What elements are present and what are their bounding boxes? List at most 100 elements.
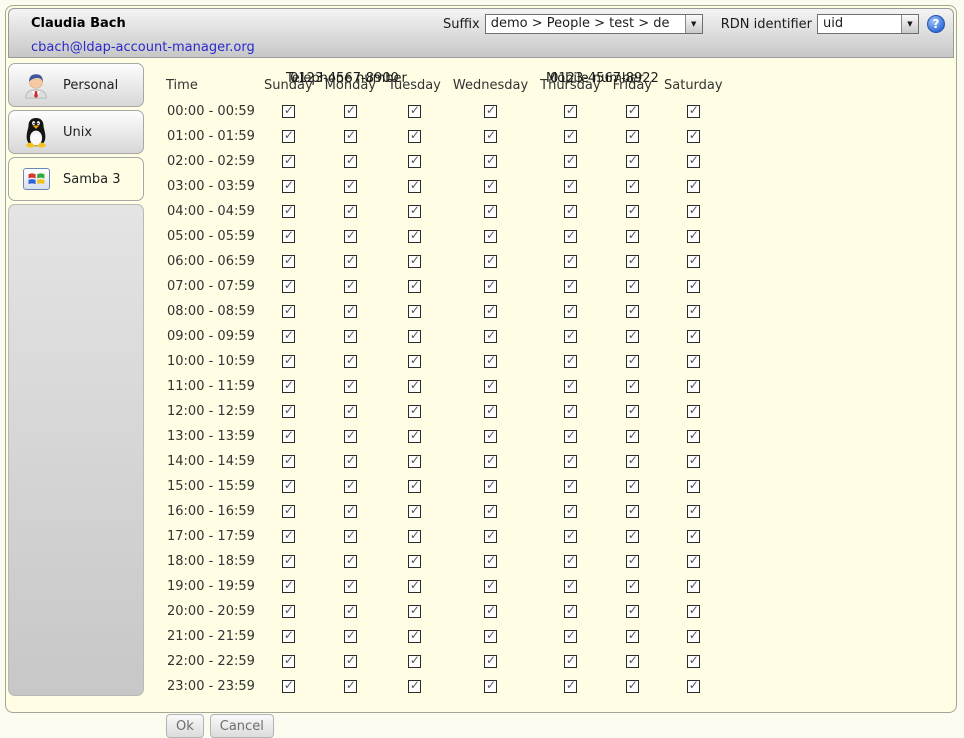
hour-checkbox[interactable] [408, 655, 421, 668]
hour-checkbox[interactable] [484, 430, 497, 443]
hour-checkbox[interactable] [564, 505, 577, 518]
hour-checkbox[interactable] [564, 680, 577, 693]
hour-checkbox[interactable] [282, 405, 295, 418]
hour-checkbox[interactable] [687, 630, 700, 643]
hour-checkbox[interactable] [282, 480, 295, 493]
hour-checkbox[interactable] [626, 180, 639, 193]
tab-samba3[interactable]: Samba 3 [8, 157, 144, 201]
hour-checkbox[interactable] [282, 505, 295, 518]
hour-checkbox[interactable] [626, 355, 639, 368]
hour-checkbox[interactable] [687, 480, 700, 493]
hour-checkbox[interactable] [687, 205, 700, 218]
hour-checkbox[interactable] [484, 630, 497, 643]
hour-checkbox[interactable] [687, 505, 700, 518]
hour-checkbox[interactable] [484, 505, 497, 518]
hour-checkbox[interactable] [484, 130, 497, 143]
hour-checkbox[interactable] [626, 680, 639, 693]
hour-checkbox[interactable] [282, 280, 295, 293]
hour-checkbox[interactable] [626, 255, 639, 268]
hour-checkbox[interactable] [626, 305, 639, 318]
hour-checkbox[interactable] [344, 555, 357, 568]
hour-checkbox[interactable] [484, 655, 497, 668]
hour-checkbox[interactable] [484, 330, 497, 343]
hour-checkbox[interactable] [564, 455, 577, 468]
hour-checkbox[interactable] [484, 205, 497, 218]
hour-checkbox[interactable] [564, 130, 577, 143]
hour-checkbox[interactable] [687, 430, 700, 443]
hour-checkbox[interactable] [282, 680, 295, 693]
suffix-select[interactable]: demo > People > test > de ▼ [485, 14, 703, 34]
cancel-button[interactable]: Cancel [210, 714, 274, 738]
hour-checkbox[interactable] [484, 155, 497, 168]
hour-checkbox[interactable] [484, 355, 497, 368]
ok-button[interactable]: Ok [166, 714, 204, 738]
hour-checkbox[interactable] [687, 130, 700, 143]
tab-unix[interactable]: Unix [8, 110, 144, 154]
hour-checkbox[interactable] [564, 205, 577, 218]
hour-checkbox[interactable] [408, 405, 421, 418]
hour-checkbox[interactable] [408, 430, 421, 443]
hour-checkbox[interactable] [282, 355, 295, 368]
hour-checkbox[interactable] [484, 455, 497, 468]
hour-checkbox[interactable] [408, 230, 421, 243]
help-icon[interactable]: ? [927, 15, 945, 33]
hour-checkbox[interactable] [344, 180, 357, 193]
hour-checkbox[interactable] [282, 305, 295, 318]
hour-checkbox[interactable] [282, 330, 295, 343]
hour-checkbox[interactable] [408, 305, 421, 318]
hour-checkbox[interactable] [282, 255, 295, 268]
hour-checkbox[interactable] [344, 105, 357, 118]
hour-checkbox[interactable] [564, 555, 577, 568]
hour-checkbox[interactable] [484, 680, 497, 693]
hour-checkbox[interactable] [564, 280, 577, 293]
hour-checkbox[interactable] [687, 180, 700, 193]
hour-checkbox[interactable] [282, 205, 295, 218]
hour-checkbox[interactable] [484, 305, 497, 318]
hour-checkbox[interactable] [626, 330, 639, 343]
hour-checkbox[interactable] [626, 380, 639, 393]
hour-checkbox[interactable] [564, 155, 577, 168]
hour-checkbox[interactable] [626, 105, 639, 118]
hour-checkbox[interactable] [484, 605, 497, 618]
hour-checkbox[interactable] [687, 105, 700, 118]
hour-checkbox[interactable] [282, 555, 295, 568]
hour-checkbox[interactable] [687, 405, 700, 418]
hour-checkbox[interactable] [282, 530, 295, 543]
hour-checkbox[interactable] [344, 480, 357, 493]
hour-checkbox[interactable] [687, 530, 700, 543]
hour-checkbox[interactable] [408, 630, 421, 643]
hour-checkbox[interactable] [282, 230, 295, 243]
hour-checkbox[interactable] [408, 380, 421, 393]
hour-checkbox[interactable] [687, 255, 700, 268]
hour-checkbox[interactable] [282, 130, 295, 143]
hour-checkbox[interactable] [344, 205, 357, 218]
hour-checkbox[interactable] [484, 105, 497, 118]
hour-checkbox[interactable] [564, 230, 577, 243]
hour-checkbox[interactable] [408, 105, 421, 118]
hour-checkbox[interactable] [344, 680, 357, 693]
hour-checkbox[interactable] [344, 405, 357, 418]
hour-checkbox[interactable] [408, 155, 421, 168]
hour-checkbox[interactable] [626, 480, 639, 493]
hour-checkbox[interactable] [564, 655, 577, 668]
hour-checkbox[interactable] [282, 605, 295, 618]
hour-checkbox[interactable] [484, 180, 497, 193]
hour-checkbox[interactable] [344, 330, 357, 343]
hour-checkbox[interactable] [408, 680, 421, 693]
hour-checkbox[interactable] [408, 555, 421, 568]
hour-checkbox[interactable] [408, 605, 421, 618]
hour-checkbox[interactable] [626, 280, 639, 293]
hour-checkbox[interactable] [484, 380, 497, 393]
hour-checkbox[interactable] [408, 255, 421, 268]
hour-checkbox[interactable] [344, 630, 357, 643]
hour-checkbox[interactable] [484, 480, 497, 493]
hour-checkbox[interactable] [344, 605, 357, 618]
hour-checkbox[interactable] [687, 355, 700, 368]
hour-checkbox[interactable] [564, 380, 577, 393]
hour-checkbox[interactable] [408, 180, 421, 193]
hour-checkbox[interactable] [484, 555, 497, 568]
hour-checkbox[interactable] [626, 155, 639, 168]
hour-checkbox[interactable] [564, 180, 577, 193]
hour-checkbox[interactable] [564, 480, 577, 493]
hour-checkbox[interactable] [344, 530, 357, 543]
